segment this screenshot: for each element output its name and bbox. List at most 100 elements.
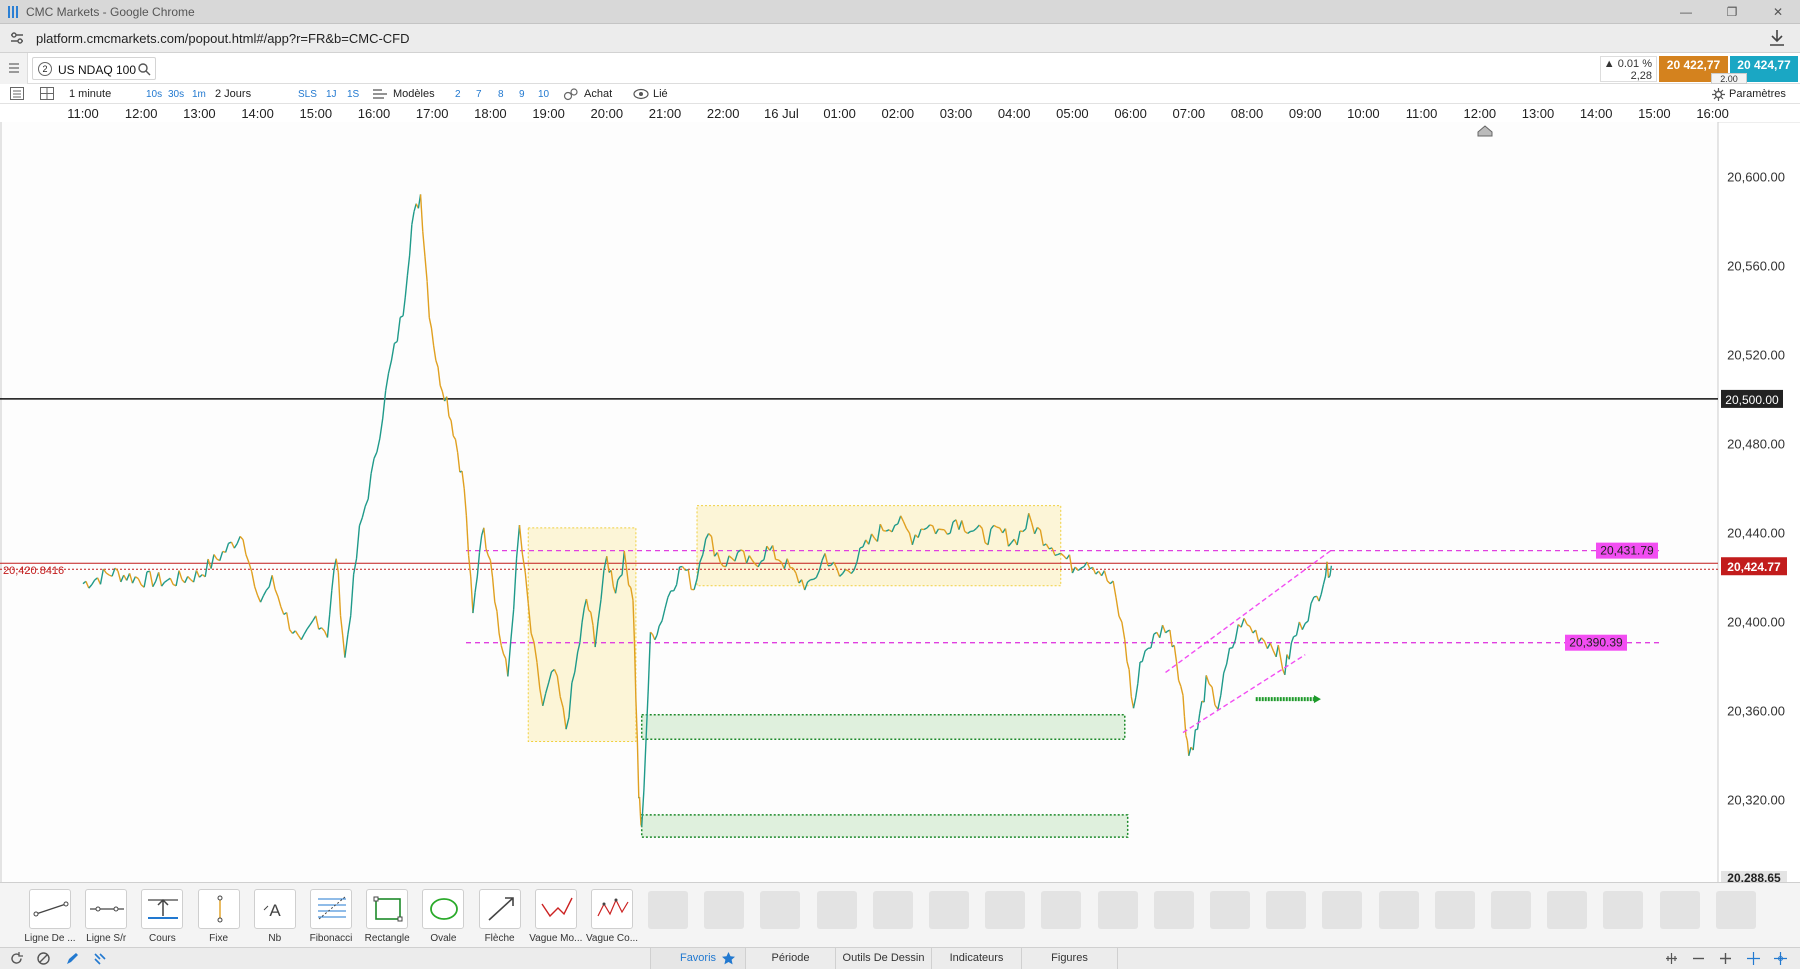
- minimize-button[interactable]: —: [1676, 3, 1696, 21]
- settings-button[interactable]: Paramètres: [1729, 88, 1786, 100]
- tab-figures[interactable]: Figures: [1022, 948, 1118, 969]
- empty-tool-slot[interactable]: [1210, 891, 1250, 929]
- preset-8[interactable]: 8: [498, 89, 504, 100]
- url-text[interactable]: platform.cmcmarkets.com/popout.html#/app…: [36, 31, 410, 46]
- price-segment: [930, 525, 933, 526]
- interval-select[interactable]: 1 minute: [69, 88, 111, 100]
- tool-oval[interactable]: [422, 889, 464, 929]
- tool-wave-correction[interactable]: [591, 889, 633, 929]
- empty-tool-slot[interactable]: [1435, 891, 1475, 929]
- time-tick-label: 06:00: [1114, 106, 1147, 121]
- interval-10s[interactable]: 10s: [146, 89, 162, 100]
- change-points: 2,28: [1631, 70, 1652, 82]
- empty-tool-slot[interactable]: [1154, 891, 1194, 929]
- consolidation-zone: [528, 528, 636, 742]
- instrument-number-badge: 2: [38, 62, 52, 76]
- time-tick-label: 13:00: [183, 106, 216, 121]
- level-label: 20,431.79: [1600, 544, 1654, 558]
- menu-icon: [9, 63, 19, 73]
- site-settings-icon[interactable]: [10, 31, 24, 45]
- refresh-icon[interactable]: [10, 952, 23, 965]
- preset-9[interactable]: 9: [519, 89, 525, 100]
- empty-tool-slot[interactable]: [1716, 891, 1756, 929]
- time-tick-label: 13:00: [1522, 106, 1555, 121]
- search-icon[interactable]: [138, 63, 151, 76]
- mode-1j[interactable]: 1J: [326, 89, 337, 100]
- tool-trend-line[interactable]: [29, 889, 71, 929]
- range-select[interactable]: 2 Jours: [215, 88, 251, 100]
- time-tick-label: 15:00: [1638, 106, 1671, 121]
- tool-rectangle[interactable]: [366, 889, 408, 929]
- price-tick-label: 20,400.00: [1727, 614, 1785, 629]
- rectangle-icon: [367, 890, 409, 928]
- buy-mode-button[interactable]: Achat: [584, 88, 612, 100]
- close-button[interactable]: ✕: [1768, 3, 1788, 21]
- time-tick-label: 16:00: [1696, 106, 1729, 121]
- layout-icon[interactable]: [40, 87, 54, 100]
- linked-button[interactable]: Lié: [653, 88, 668, 100]
- download-icon[interactable]: [1768, 28, 1786, 48]
- tool-price[interactable]: [141, 889, 183, 929]
- price-segment: [947, 533, 950, 534]
- empty-tool-slot[interactable]: [873, 891, 913, 929]
- buy-settings-icon: [563, 87, 579, 101]
- empty-tool-slot[interactable]: [1379, 891, 1419, 929]
- empty-tool-slot[interactable]: [1491, 891, 1531, 929]
- tool-wave[interactable]: [535, 889, 577, 929]
- empty-tool-slot[interactable]: [648, 891, 688, 929]
- tool-label: Cours: [133, 933, 191, 944]
- price-chart[interactable]: 20,600.0020,560.0020,520.0020,480.0020,4…: [0, 122, 1800, 882]
- instrument-selector[interactable]: 2 US NDAQ 100: [32, 57, 156, 80]
- empty-tool-slot[interactable]: [817, 891, 857, 929]
- mode-sls[interactable]: SLS: [298, 89, 317, 100]
- time-tick-label: 10:00: [1347, 106, 1380, 121]
- empty-tool-slot[interactable]: [1266, 891, 1306, 929]
- empty-tool-slot[interactable]: [1660, 891, 1700, 929]
- empty-tool-slot[interactable]: [760, 891, 800, 929]
- tool-arrow[interactable]: [479, 889, 521, 929]
- magnet-icon[interactable]: [93, 952, 106, 965]
- price-segment: [997, 527, 1000, 528]
- restore-button[interactable]: ❐: [1722, 3, 1742, 21]
- empty-tool-slot[interactable]: [985, 891, 1025, 929]
- empty-tool-slot[interactable]: [704, 891, 744, 929]
- zoom-in-icon[interactable]: [1719, 952, 1732, 965]
- preset-7[interactable]: 7: [476, 89, 482, 100]
- zoom-out-icon[interactable]: [1692, 952, 1705, 965]
- fit-icon[interactable]: [1665, 952, 1678, 965]
- list-icon[interactable]: [10, 87, 24, 100]
- crosshair-icon[interactable]: [1747, 952, 1760, 965]
- time-tick-label: 16:00: [358, 106, 391, 121]
- trend-line-icon: [30, 890, 72, 928]
- empty-tool-slot[interactable]: [929, 891, 969, 929]
- interval-1m[interactable]: 1m: [192, 89, 206, 100]
- time-tick-label: 20:00: [591, 106, 624, 121]
- empty-tool-slot[interactable]: [1041, 891, 1081, 929]
- tool-label: Rectangle: [358, 933, 416, 944]
- tool-support-line[interactable]: [85, 889, 127, 929]
- pencil-icon[interactable]: [66, 952, 79, 965]
- empty-tool-slot[interactable]: [1098, 891, 1138, 929]
- drawing-tools-panel: Ligne De ...Ligne S/rCoursFixeANbFibonac…: [0, 882, 1800, 968]
- tab-outils-de-dessin[interactable]: Outils De Dessin: [836, 948, 932, 969]
- preset-10[interactable]: 10: [538, 89, 549, 100]
- empty-tool-slot[interactable]: [1547, 891, 1587, 929]
- crosshair-alt-icon[interactable]: [1774, 952, 1787, 965]
- star-icon[interactable]: [722, 952, 735, 965]
- empty-tool-slot[interactable]: [1322, 891, 1362, 929]
- interval-30s[interactable]: 30s: [168, 89, 184, 100]
- disable-icon[interactable]: [37, 952, 50, 965]
- tab-indicateurs[interactable]: Indicateurs: [932, 948, 1022, 969]
- tab-periode[interactable]: Période: [746, 948, 836, 969]
- templates-button[interactable]: Modèles: [393, 88, 435, 100]
- empty-tool-slot[interactable]: [1603, 891, 1643, 929]
- tool-fixed[interactable]: [198, 889, 240, 929]
- menu-button[interactable]: [0, 53, 28, 84]
- resistance-label: 20,500.00: [1725, 393, 1779, 407]
- tool-text-note[interactable]: A: [254, 889, 296, 929]
- tool-fibonacci[interactable]: [310, 889, 352, 929]
- time-tick-label: 05:00: [1056, 106, 1089, 121]
- preset-2[interactable]: 2: [455, 89, 461, 100]
- mode-1s[interactable]: 1S: [347, 89, 359, 100]
- instrument-bar: 2 US NDAQ 100 ▲ 0.01 % 2,28 20 422,77 20…: [0, 53, 1800, 84]
